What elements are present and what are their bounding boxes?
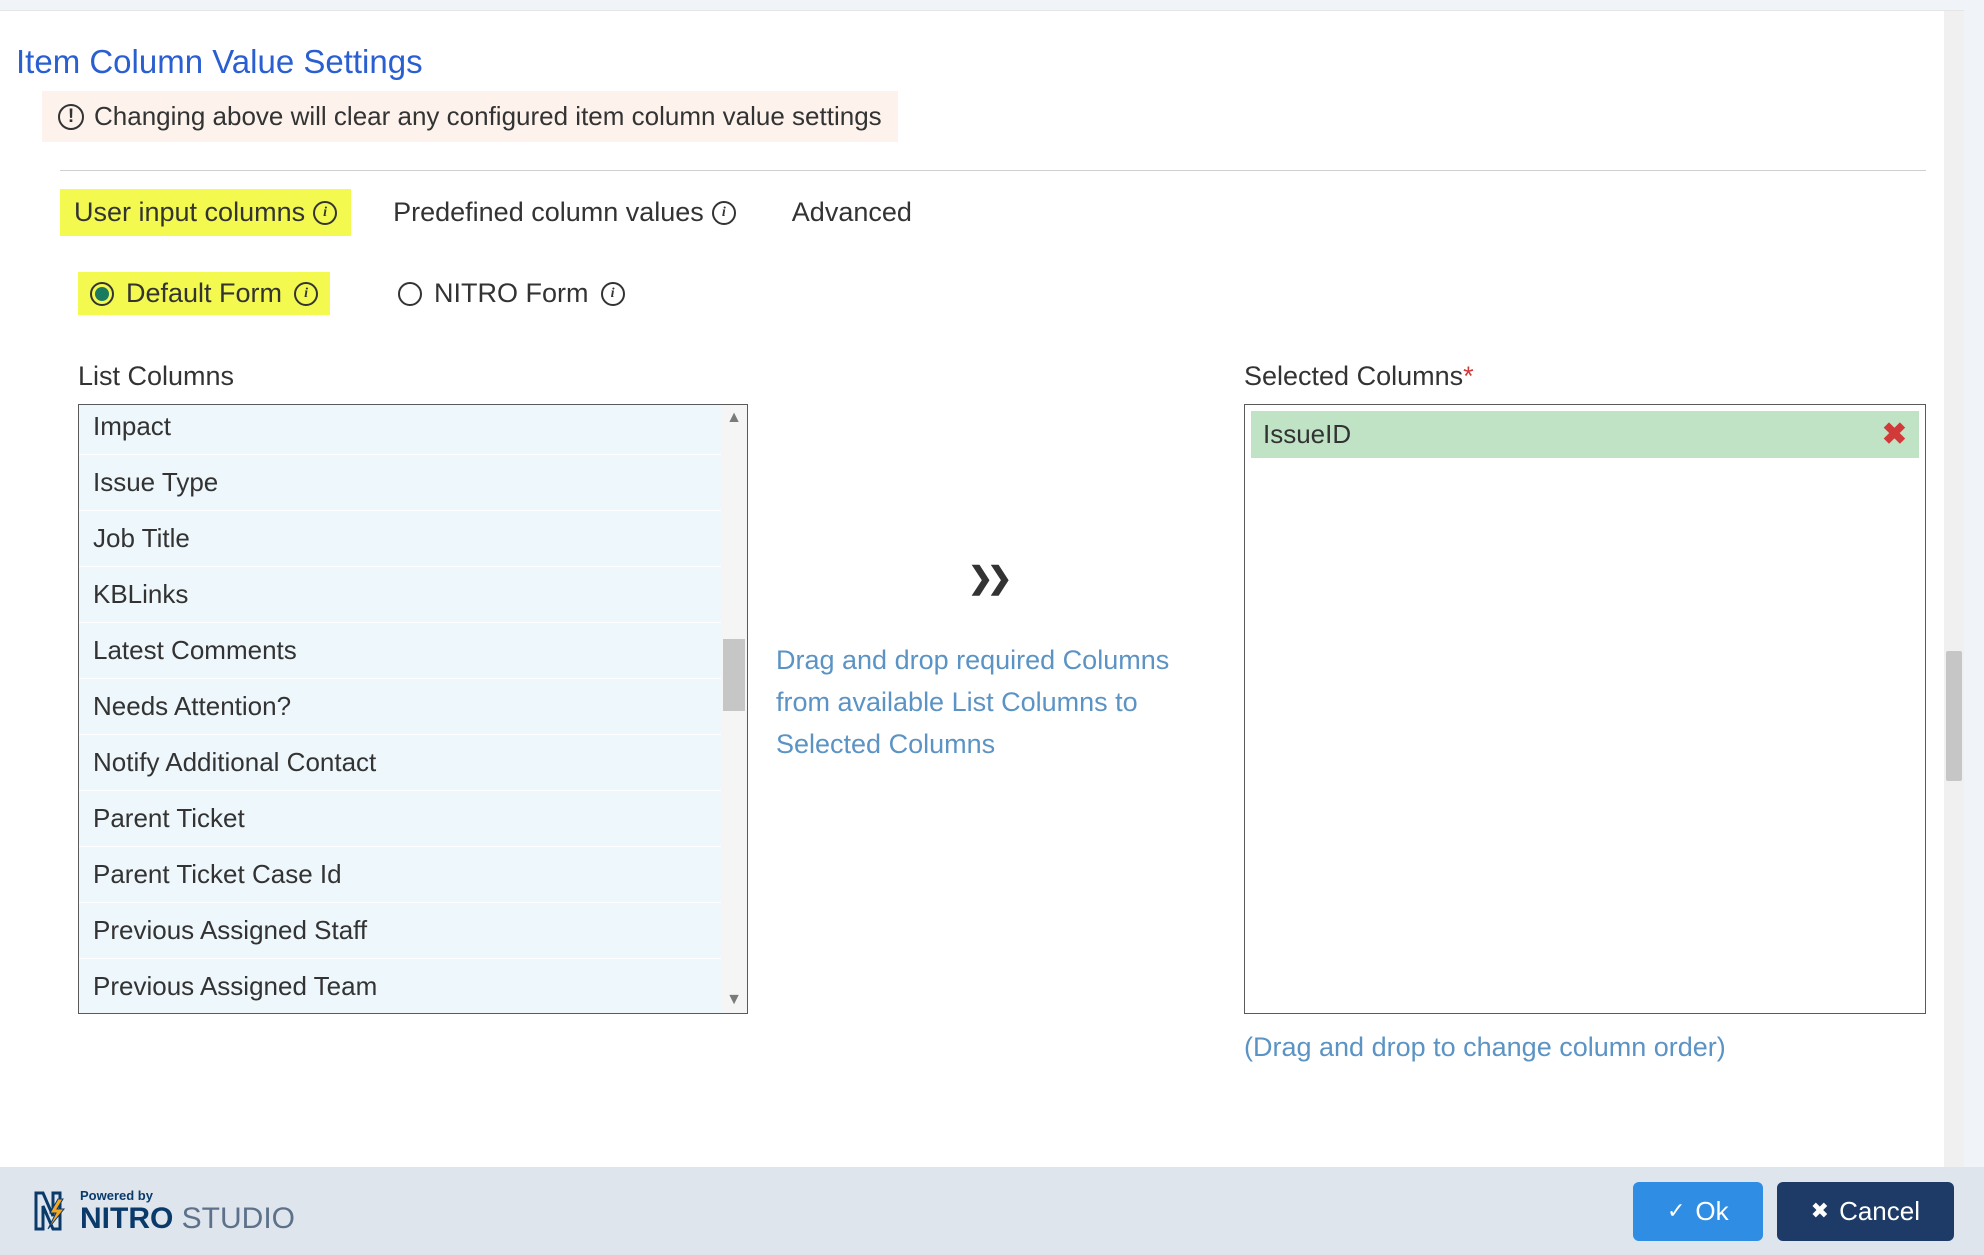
- scroll-thumb[interactable]: [723, 639, 745, 711]
- nitro-logo-icon: [30, 1189, 72, 1233]
- list-item[interactable]: Latest Comments: [79, 623, 721, 679]
- list-item[interactable]: Previous Assigned Staff: [79, 903, 721, 959]
- radio-label: Default Form: [126, 278, 282, 309]
- radio-label: NITRO Form: [434, 278, 589, 309]
- list-item[interactable]: Needs Attention?: [79, 679, 721, 735]
- radio-indicator: [90, 282, 114, 306]
- tab-label: Advanced: [792, 197, 912, 228]
- list-item[interactable]: KBLinks: [79, 567, 721, 623]
- selected-columns-label: Selected Columns*: [1244, 361, 1926, 392]
- tab-user-input-columns[interactable]: User input columns i: [60, 189, 351, 236]
- divider: [60, 170, 1926, 171]
- scroll-down-icon[interactable]: ▼: [726, 987, 742, 1013]
- selected-item[interactable]: IssueID ✖: [1251, 411, 1919, 458]
- tab-label: User input columns: [74, 197, 305, 228]
- tab-predefined-column-values[interactable]: Predefined column values i: [379, 189, 750, 236]
- list-item[interactable]: Parent Ticket: [79, 791, 721, 847]
- available-columns-listbox[interactable]: HiddenStatus Impact Issue Type Job Title…: [78, 404, 748, 1014]
- info-icon[interactable]: i: [601, 282, 625, 306]
- list-columns-label: List Columns: [78, 361, 748, 392]
- warning-banner: ! Changing above will clear any configur…: [42, 91, 898, 142]
- remove-icon[interactable]: ✖: [1882, 417, 1907, 452]
- listbox-scrollbar[interactable]: ▲ ▼: [721, 405, 747, 1013]
- list-item[interactable]: Impact: [79, 404, 721, 455]
- brand-name: NITRO STUDIO: [80, 1204, 295, 1234]
- drag-drop-help-text: Drag and drop required Columns from avai…: [776, 640, 1216, 766]
- scroll-up-icon[interactable]: ▲: [726, 405, 742, 431]
- page-scrollbar-thumb[interactable]: [1946, 651, 1962, 781]
- section-title: Item Column Value Settings: [16, 43, 1954, 81]
- list-item[interactable]: Issue Type: [79, 455, 721, 511]
- cancel-button-label: Cancel: [1839, 1196, 1920, 1227]
- alert-icon: !: [58, 104, 84, 130]
- reorder-help-text: (Drag and drop to change column order): [1244, 1032, 1926, 1063]
- footer-bar: Powered by NITRO STUDIO ✓ Ok ✖ Cancel: [0, 1167, 1984, 1255]
- page-scrollbar-track[interactable]: [1944, 11, 1964, 1171]
- info-icon[interactable]: i: [712, 201, 736, 225]
- selected-item-label: IssueID: [1263, 419, 1351, 450]
- ok-button[interactable]: ✓ Ok: [1633, 1182, 1763, 1241]
- ok-button-label: Ok: [1695, 1196, 1728, 1227]
- nitro-studio-logo: Powered by NITRO STUDIO: [30, 1189, 295, 1234]
- info-icon[interactable]: i: [294, 282, 318, 306]
- tab-advanced[interactable]: Advanced: [778, 189, 926, 236]
- list-item[interactable]: Parent Ticket Case Id: [79, 847, 721, 903]
- tabs-row: User input columns i Predefined column v…: [60, 189, 1954, 236]
- radio-default-form[interactable]: Default Form i: [78, 272, 330, 315]
- tab-label: Predefined column values: [393, 197, 704, 228]
- list-item[interactable]: Notify Additional Contact: [79, 735, 721, 791]
- selected-columns-label-text: Selected Columns: [1244, 361, 1463, 391]
- list-item[interactable]: Job Title: [79, 511, 721, 567]
- info-icon[interactable]: i: [313, 201, 337, 225]
- radio-indicator: [398, 282, 422, 306]
- radio-nitro-form[interactable]: NITRO Form i: [386, 272, 637, 315]
- check-icon: ✓: [1667, 1198, 1685, 1224]
- list-item[interactable]: Previous Assigned Team: [79, 959, 721, 1014]
- cancel-button[interactable]: ✖ Cancel: [1777, 1182, 1954, 1241]
- move-right-button[interactable]: ❯❯: [968, 561, 1216, 596]
- form-type-radio-group: Default Form i NITRO Form i: [78, 272, 1954, 315]
- warning-text: Changing above will clear any configured…: [94, 101, 882, 132]
- close-icon: ✖: [1811, 1198, 1829, 1224]
- selected-columns-listbox[interactable]: IssueID ✖: [1244, 404, 1926, 1014]
- required-asterisk: *: [1463, 361, 1474, 391]
- powered-by-label: Powered by: [80, 1189, 295, 1202]
